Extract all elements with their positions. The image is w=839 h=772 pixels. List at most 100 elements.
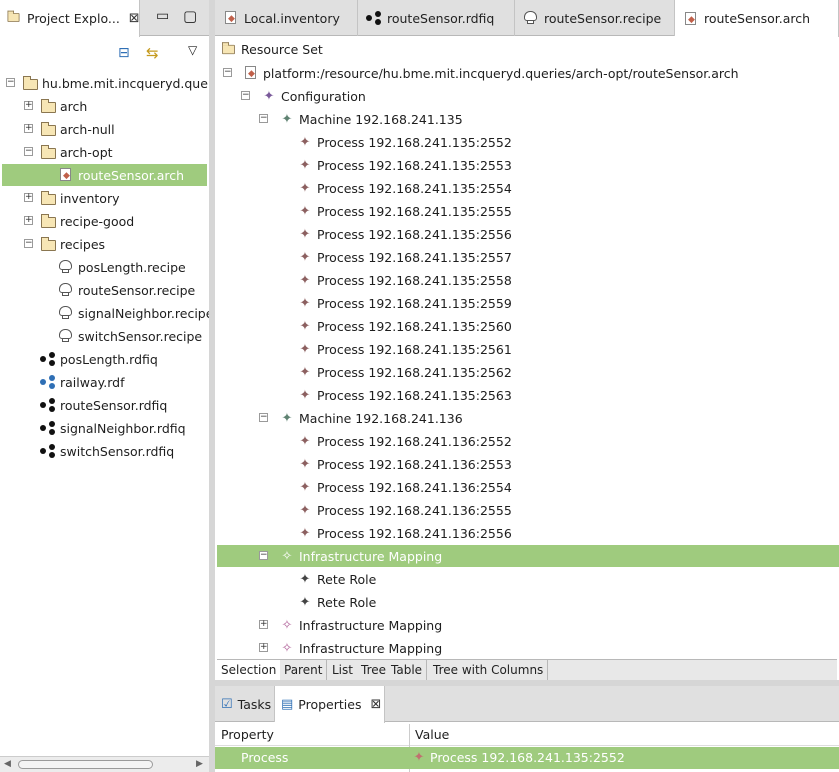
mach-icon: ✦ [281,410,293,426]
explorer-item-inventory[interactable]: + inventory [0,187,209,209]
tree-node-mach[interactable]: − ✦ Machine 192.168.241.136 [217,407,463,429]
explorer-hscrollbar[interactable]: ◀ ▶ [0,756,209,772]
tree-node-proc[interactable]: ✦ Process 192.168.241.135:2560 [217,315,512,337]
page-tab-table[interactable]: Table [387,660,428,680]
explorer-toolbar: ⊟ ⇆ ▽ [0,37,209,70]
tree-node-proc[interactable]: ✦ Process 192.168.241.135:2557 [217,246,512,268]
tree-node-proc[interactable]: ✦ Process 192.168.241.135:2552 [217,131,512,153]
explorer-item-arch[interactable]: + arch [0,95,209,117]
expand-icon[interactable]: + [24,193,33,202]
tree-node-rete[interactable]: ✦ Rete Role [217,568,377,590]
tree-node-proc[interactable]: ✦ Process 192.168.241.135:2561 [217,338,512,360]
tree-node-proc[interactable]: ✦ Process 192.168.241.136:2552 [217,430,512,452]
expand-icon[interactable]: + [259,620,268,629]
tab-project-explorer[interactable]: Project Explo... ⊠ [0,0,140,37]
tree-node-label: Process 192.168.241.135:2556 [317,226,512,242]
collapse-icon[interactable]: − [24,147,33,156]
tree-node-proc[interactable]: ✦ Process 192.168.241.136:2553 [217,453,512,475]
tree-node-proc[interactable]: ✦ Process 192.168.241.135:2553 [217,154,512,176]
tree-node-proc[interactable]: ✦ Process 192.168.241.136:2555 [217,499,512,521]
explorer-item-hu-bme-mit-incqueryd-quer[interactable]: − hu.bme.mit.incqueryd.quer [0,72,209,94]
graph-icon [40,375,56,389]
explorer-item-routesensor-rdfiq[interactable]: routeSensor.rdfiq [0,394,209,416]
explorer-item-routesensor-arch[interactable]: ◆ routeSensor.arch [2,164,207,186]
tree-node-label: Infrastructure Mapping [299,548,443,564]
expand-icon[interactable]: + [24,101,33,110]
explorer-item-signalneighbor-rdfiq[interactable]: signalNeighbor.rdfiq [0,417,209,439]
explorer-item-arch-null[interactable]: + arch-null [0,118,209,140]
proc-icon: ✦ [299,479,311,495]
expand-icon[interactable]: + [24,124,33,133]
explorer-item-signalneighbor-recipe[interactable]: signalNeighbor.recipe [0,302,209,324]
explorer-item-arch-opt[interactable]: − arch-opt [0,141,209,163]
page-tab-list[interactable]: List [328,660,358,680]
tree-node-rete[interactable]: ✦ Rete Role [217,591,377,613]
collapse-all-icon[interactable]: ⊟ [118,45,130,61]
collapse-icon[interactable]: − [6,78,15,87]
tree-node-proc[interactable]: ✦ Process 192.168.241.136:2554 [217,476,512,498]
tree-node-proc[interactable]: ✦ Process 192.168.241.135:2558 [217,269,512,291]
expand-icon[interactable]: + [24,216,33,225]
properties-row[interactable]: Process ✦ Process 192.168.241.135:2552 [215,747,839,769]
tree-node-label: Infrastructure Mapping [299,640,443,656]
tree-node-label: Process 192.168.241.136:2556 [317,525,512,541]
proc-icon: ✦ [299,203,311,219]
tree-node-proc[interactable]: ✦ Process 192.168.241.135:2559 [217,292,512,314]
explorer-item-routesensor-recipe[interactable]: routeSensor.recipe [0,279,209,301]
close-icon[interactable]: ⊠ [370,697,381,712]
collapse-icon[interactable]: − [259,413,268,422]
tree-node-conf[interactable]: − ✦ Configuration [217,85,366,107]
tree-node-label: Process 192.168.241.135:2557 [317,249,512,265]
tree-node-proc[interactable]: ✦ Process 192.168.241.136:2556 [217,522,512,544]
collapse-icon[interactable]: − [223,68,232,77]
tree-node-proc[interactable]: ✦ Process 192.168.241.135:2554 [217,177,512,199]
explorer-item-poslength-rdfiq[interactable]: posLength.rdfiq [0,348,209,370]
page-tab-tree[interactable]: Tree [357,660,392,680]
explorer-item-railway-rdf[interactable]: railway.rdf [0,371,209,393]
tree-node-label: Machine 192.168.241.136 [299,410,463,426]
explorer-item-poslength-recipe[interactable]: posLength.recipe [0,256,209,278]
explorer-item-switchsensor-rdfiq[interactable]: switchSensor.rdfiq [0,440,209,462]
page-tab-selection[interactable]: Selection [217,660,282,680]
tree-node-file[interactable]: − ◆ platform:/resource/hu.bme.mit.incquery… [217,62,739,84]
scroll-left-icon[interactable]: ◀ [4,759,11,769]
tree-node-proc[interactable]: ✦ Process 192.168.241.135:2563 [217,384,512,406]
collapse-icon[interactable]: − [241,91,250,100]
explorer-item-recipe-good[interactable]: + recipe-good [0,210,209,232]
tree-node-proc[interactable]: ✦ Process 192.168.241.135:2562 [217,361,512,383]
tree-node-proc[interactable]: ✦ Process 192.168.241.135:2555 [217,200,512,222]
collapse-icon[interactable]: − [259,551,268,560]
explorer-title: Project Explo... [27,11,120,26]
tab-properties[interactable]: ▤ Properties ⊠ [275,686,385,723]
tab-tasks[interactable]: ☑ Tasks [215,686,275,722]
folder-icon [40,213,56,229]
graph-icon [40,421,56,435]
view-menu-icon[interactable]: ▽ [188,43,197,57]
properties-icon: ▤ [281,697,294,712]
close-icon[interactable]: ⊠ [129,11,140,26]
tree-node-infra[interactable]: + ✧ Infrastructure Mapping [217,637,442,659]
explorer-item-recipes[interactable]: − recipes [0,233,209,255]
proc-icon: ✦ [299,364,311,380]
link-editor-icon[interactable]: ⇆ [146,44,159,62]
tree-node-infra[interactable]: − ✧ Infrastructure Mapping [217,545,839,567]
tree-node-mach[interactable]: − ✦ Machine 192.168.241.135 [217,108,463,130]
collapse-icon[interactable]: − [24,239,33,248]
folder-icon [40,121,56,137]
maximize-icon[interactable]: ▢ [183,7,197,25]
scroll-right-icon[interactable]: ▶ [196,759,203,769]
page-tab-tree-with-columns[interactable]: Tree with Columns [429,660,549,680]
page-tab-parent[interactable]: Parent [280,660,328,680]
explorer-item-label: signalNeighbor.recipe [78,305,209,321]
expand-icon[interactable]: + [259,643,268,652]
collapse-icon[interactable]: − [259,114,268,123]
minimize-icon[interactable]: ▭ [156,8,169,24]
tree-node-label: Process 192.168.241.136:2554 [317,479,512,495]
tree-node-proc[interactable]: ✦ Process 192.168.241.135:2556 [217,223,512,245]
scroll-thumb[interactable] [18,760,153,769]
folder-icon [40,98,56,114]
tree-node-infra[interactable]: + ✧ Infrastructure Mapping [217,614,442,636]
explorer-item-label: arch-opt [60,144,113,160]
explorer-item-switchsensor-recipe[interactable]: switchSensor.recipe [0,325,209,347]
proc-icon: ✦ [299,502,311,518]
